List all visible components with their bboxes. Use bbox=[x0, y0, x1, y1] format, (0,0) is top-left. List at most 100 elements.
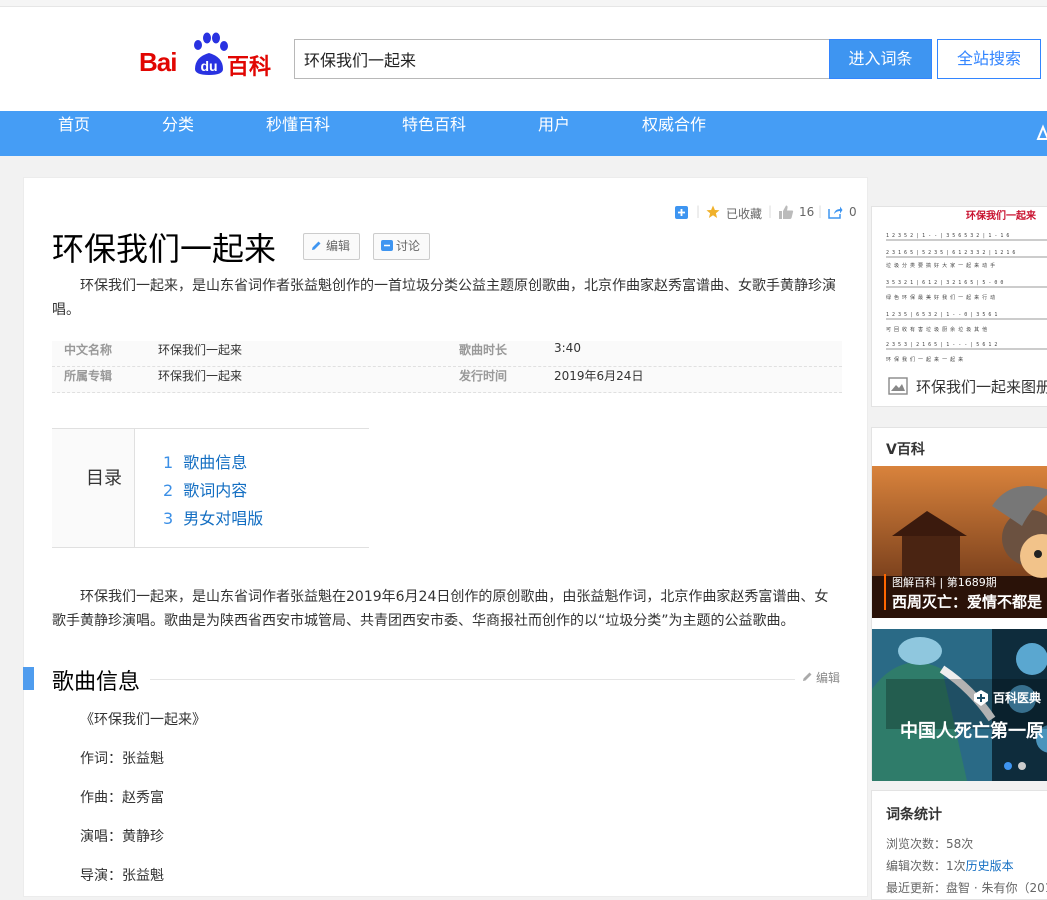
divider: | bbox=[696, 204, 701, 218]
stats-title: 词条统计 bbox=[886, 807, 942, 823]
views-stat: 浏览次数：58次 bbox=[886, 835, 973, 852]
toc-label: 男女对唱版 bbox=[183, 509, 264, 528]
edits-value: 1次 bbox=[946, 859, 966, 873]
video-1[interactable]: 图解百科 | 第1689期 西周灭亡：爱情不都是 bbox=[872, 466, 1047, 618]
paw-icon: du bbox=[194, 32, 228, 75]
toc-number: 3 bbox=[163, 509, 174, 528]
enter-entry-button[interactable]: 进入词条 bbox=[829, 39, 932, 79]
edits-stat: 编辑次数：1次历史版本 bbox=[886, 857, 1014, 874]
discuss-label: 讨论 bbox=[396, 239, 421, 253]
info-line: 导演：张益魁 bbox=[80, 868, 164, 884]
share-icon[interactable] bbox=[828, 205, 843, 222]
collected-label[interactable]: 已收藏 bbox=[726, 205, 762, 222]
svg-text:2 3 1 6 5 | 5 2 3 5 | 6 1 2 3: 2 3 1 6 5 | 5 2 3 5 | 6 1 2 3 3 2 | 1 2 … bbox=[886, 250, 1015, 256]
pencil-icon bbox=[803, 672, 812, 681]
toc-number: 1 bbox=[163, 453, 174, 472]
views-value: 58次 bbox=[946, 837, 974, 851]
top-strip bbox=[0, 0, 1047, 7]
video-2-tag: 百科医典 bbox=[993, 691, 1042, 705]
nav-miaodong[interactable]: 秒懂百科 bbox=[266, 111, 330, 156]
summary: 环保我们一起来，是山东省词作者张益魁创作的一首垃圾分类公益主题原创歌曲，北京作曲… bbox=[52, 278, 836, 318]
toc-label: 歌词内容 bbox=[183, 481, 248, 500]
svg-text:垃 圾 分 类 要 搞 好 大 家 一 起 来 动 手: 垃 圾 分 类 要 搞 好 大 家 一 起 来 动 手 bbox=[886, 262, 995, 269]
site-search-button[interactable]: 全站搜索 bbox=[937, 39, 1041, 79]
info-line: 作曲：赵秀富 bbox=[80, 790, 164, 806]
section-title: 歌曲信息 bbox=[52, 664, 149, 696]
section-marker bbox=[23, 667, 34, 690]
basic-value: 2019年6月24日 bbox=[554, 369, 644, 383]
basic-key: 发行时间 bbox=[459, 369, 508, 383]
basic-info-row: 所属专辑 环保我们一起来 发行时间 2019年6月24日 bbox=[52, 367, 842, 393]
add-icon[interactable] bbox=[675, 205, 689, 224]
basic-info: 中文名称 环保我们一起来 歌曲时长 3:40 所属专辑 环保我们一起来 发行时间… bbox=[52, 341, 842, 393]
gallery-icon bbox=[888, 377, 908, 395]
section-edit-label: 编辑 bbox=[816, 671, 841, 685]
svg-text:可 回 收 有 害 垃 圾 厨 余 垃 圾 其 他: 可 回 收 有 害 垃 圾 厨 余 垃 圾 其 他 bbox=[886, 326, 987, 333]
baidu-baike-logo[interactable]: Bai du 百科 bbox=[139, 31, 279, 83]
toc-number: 2 bbox=[163, 481, 174, 500]
stats-card: 词条统计 浏览次数：58次 编辑次数：1次历史版本 最近更新：盘智 · 朱有你（… bbox=[871, 790, 1047, 900]
svg-text:3 5 3 2 1 | 6 1 2 | 3 2 1 6 5: 3 5 3 2 1 | 6 1 2 | 3 2 1 6 5 | 5 - 0 0 bbox=[886, 280, 1003, 286]
nav-user[interactable]: 用户 bbox=[538, 111, 570, 156]
svg-text:绿 色 环 保 最 美 好 我 们 一 起 来 行 动: 绿 色 环 保 最 美 好 我 们 一 起 来 行 动 bbox=[886, 294, 995, 301]
info-line: 作词：张益魁 bbox=[80, 751, 164, 767]
edit-button[interactable]: 编辑 bbox=[303, 233, 361, 260]
info-line: 演唱：黄静珍 bbox=[80, 829, 164, 845]
score-title: 环保我们一起来 bbox=[966, 209, 1037, 222]
nav-special[interactable]: 特色百科 bbox=[402, 111, 466, 156]
discuss-button[interactable]: 讨论 bbox=[373, 233, 431, 260]
section-divider bbox=[150, 679, 795, 680]
intro-paragraph: 环保我们一起来，是山东省词作者张益魁在2019年6月24日创作的原创歌曲，由张益… bbox=[52, 589, 829, 629]
carousel-dot-active[interactable] bbox=[1004, 762, 1012, 770]
video-1-tag: 图解百科 | 第1689期 bbox=[892, 576, 997, 589]
info-line: 《环保我们一起来》 bbox=[80, 712, 206, 728]
page-title: 环保我们一起来 bbox=[52, 230, 277, 268]
views-label: 浏览次数： bbox=[886, 837, 947, 851]
carousel-dot[interactable] bbox=[1018, 762, 1026, 770]
basic-info-row: 中文名称 环保我们一起来 歌曲时长 3:40 bbox=[52, 341, 842, 367]
edits-label: 编辑次数： bbox=[886, 859, 947, 873]
video-2[interactable]: 百科医典 中国人死亡第一原 bbox=[872, 629, 1047, 781]
like-icon[interactable] bbox=[778, 205, 794, 222]
sheet-music-image: 环保我们一起来 1 2 3 5 2 | 1 - - | 3 5 6 5 3 2 … bbox=[872, 207, 1047, 367]
toc-item-1[interactable]: 1 歌曲信息 bbox=[163, 449, 247, 473]
table-of-contents: 目录 1 歌曲信息 2 歌词内容 3 男女对唱版 bbox=[52, 428, 369, 548]
toc-label: 歌曲信息 bbox=[183, 453, 248, 472]
video-1-title: 西周灭亡：爱情不都是 bbox=[892, 593, 1043, 611]
last-update-stat: 最近更新：盘智 · 朱有你（2019 bbox=[886, 881, 1047, 895]
history-link[interactable]: 历史版本 bbox=[966, 859, 1014, 873]
medical-icon bbox=[974, 690, 988, 706]
svg-text:1 2 3 5 | 6 5 3 2 | 1 - - 0 |: 1 2 3 5 | 6 5 3 2 | 1 - - 0 | 3 5 6 1 bbox=[886, 312, 997, 318]
basic-key: 所属专辑 bbox=[64, 369, 113, 383]
basic-key: 歌曲时长 bbox=[459, 343, 508, 357]
share-count: 0 bbox=[849, 205, 857, 219]
section-edit-button[interactable]: 编辑 bbox=[802, 669, 840, 686]
pencil-icon bbox=[312, 241, 321, 250]
star-icon[interactable] bbox=[706, 205, 720, 222]
logo-du: du bbox=[200, 58, 217, 74]
nav-partner[interactable]: 权威合作 bbox=[642, 111, 706, 156]
discuss-icon bbox=[381, 240, 393, 251]
logo-bai: Bai bbox=[139, 47, 177, 77]
svg-text:环 保 我 们 一 起 来 一 起 来: 环 保 我 们 一 起 来 一 起 来 bbox=[886, 356, 963, 363]
toc-head: 目录 bbox=[52, 429, 135, 547]
logo-baike: 百科 bbox=[227, 55, 272, 80]
svg-text:2 3 5 3 | 2 1 6 5 | 1 - - - |: 2 3 5 3 | 2 1 6 5 | 1 - - - | 5 6 1 2 bbox=[886, 342, 997, 348]
basic-key: 中文名称 bbox=[64, 343, 113, 357]
vbaike-card: V百科 图解百科 | 第1689期 西周灭亡：爱情不都是 百科医典 中国人死亡第… bbox=[871, 427, 1047, 781]
video-accent bbox=[884, 574, 886, 610]
search-input[interactable] bbox=[294, 39, 830, 79]
user-icon[interactable] bbox=[1036, 123, 1047, 143]
toc-item-2[interactable]: 2 歌词内容 bbox=[163, 477, 247, 501]
video-2-title: 中国人死亡第一原 bbox=[900, 721, 1044, 742]
header: Bai du 百科 进入词条 全站搜索 bbox=[0, 7, 1047, 111]
basic-value: 环保我们一起来 bbox=[158, 343, 243, 357]
basic-value: 3:40 bbox=[554, 341, 581, 355]
nav-category[interactable]: 分类 bbox=[162, 111, 194, 156]
album-card[interactable]: 环保我们一起来 1 2 3 5 2 | 1 - - | 3 5 6 5 3 2 … bbox=[871, 206, 1047, 407]
nav-home[interactable]: 首页 bbox=[58, 111, 90, 156]
svg-text:1 2 3 5 2 | 1 - - | 3 5 6 5 3: 1 2 3 5 2 | 1 - - | 3 5 6 5 3 2 | 1 - 1 … bbox=[886, 233, 1009, 239]
main-nav: 首页 分类 秒懂百科 特色百科 用户 权威合作 bbox=[0, 111, 1047, 156]
toc-head-label: 目录 bbox=[86, 468, 122, 489]
toc-item-3[interactable]: 3 男女对唱版 bbox=[163, 505, 263, 529]
